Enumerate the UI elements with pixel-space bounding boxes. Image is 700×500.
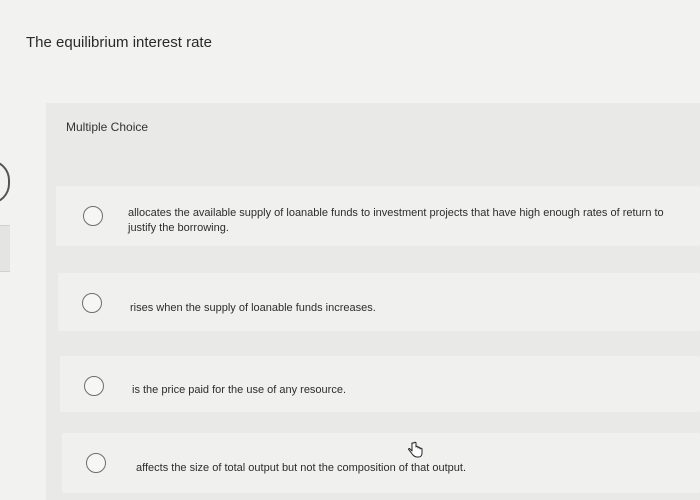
hand-pointer-icon <box>408 441 423 458</box>
choice-option-1[interactable]: allocates the available supply of loanab… <box>56 186 700 246</box>
multiple-choice-label: Multiple Choice <box>66 120 149 134</box>
choice-text-2: rises when the supply of loanable funds … <box>130 302 376 314</box>
edge-tab <box>0 160 10 204</box>
choice-option-4[interactable]: affects the size of total output but not… <box>62 433 700 493</box>
choice-option-3[interactable]: is the price paid for the use of any res… <box>60 356 700 412</box>
radio-circle-icon[interactable] <box>83 206 103 226</box>
choice-option-2[interactable]: rises when the supply of loanable funds … <box>58 273 700 331</box>
choice-text-4: affects the size of total output but not… <box>136 462 467 474</box>
choice-text-3: is the price paid for the use of any res… <box>132 384 347 396</box>
choice-text-1: allocates the available supply of loanab… <box>128 207 664 234</box>
multiple-choice-panel: Multiple Choice allocates the available … <box>46 103 700 500</box>
radio-circle-icon[interactable] <box>82 293 102 313</box>
edge-strip <box>0 225 10 272</box>
question-text: The equilibrium interest rate <box>26 34 212 51</box>
radio-circle-icon[interactable] <box>86 453 106 473</box>
radio-circle-icon[interactable] <box>84 376 104 396</box>
